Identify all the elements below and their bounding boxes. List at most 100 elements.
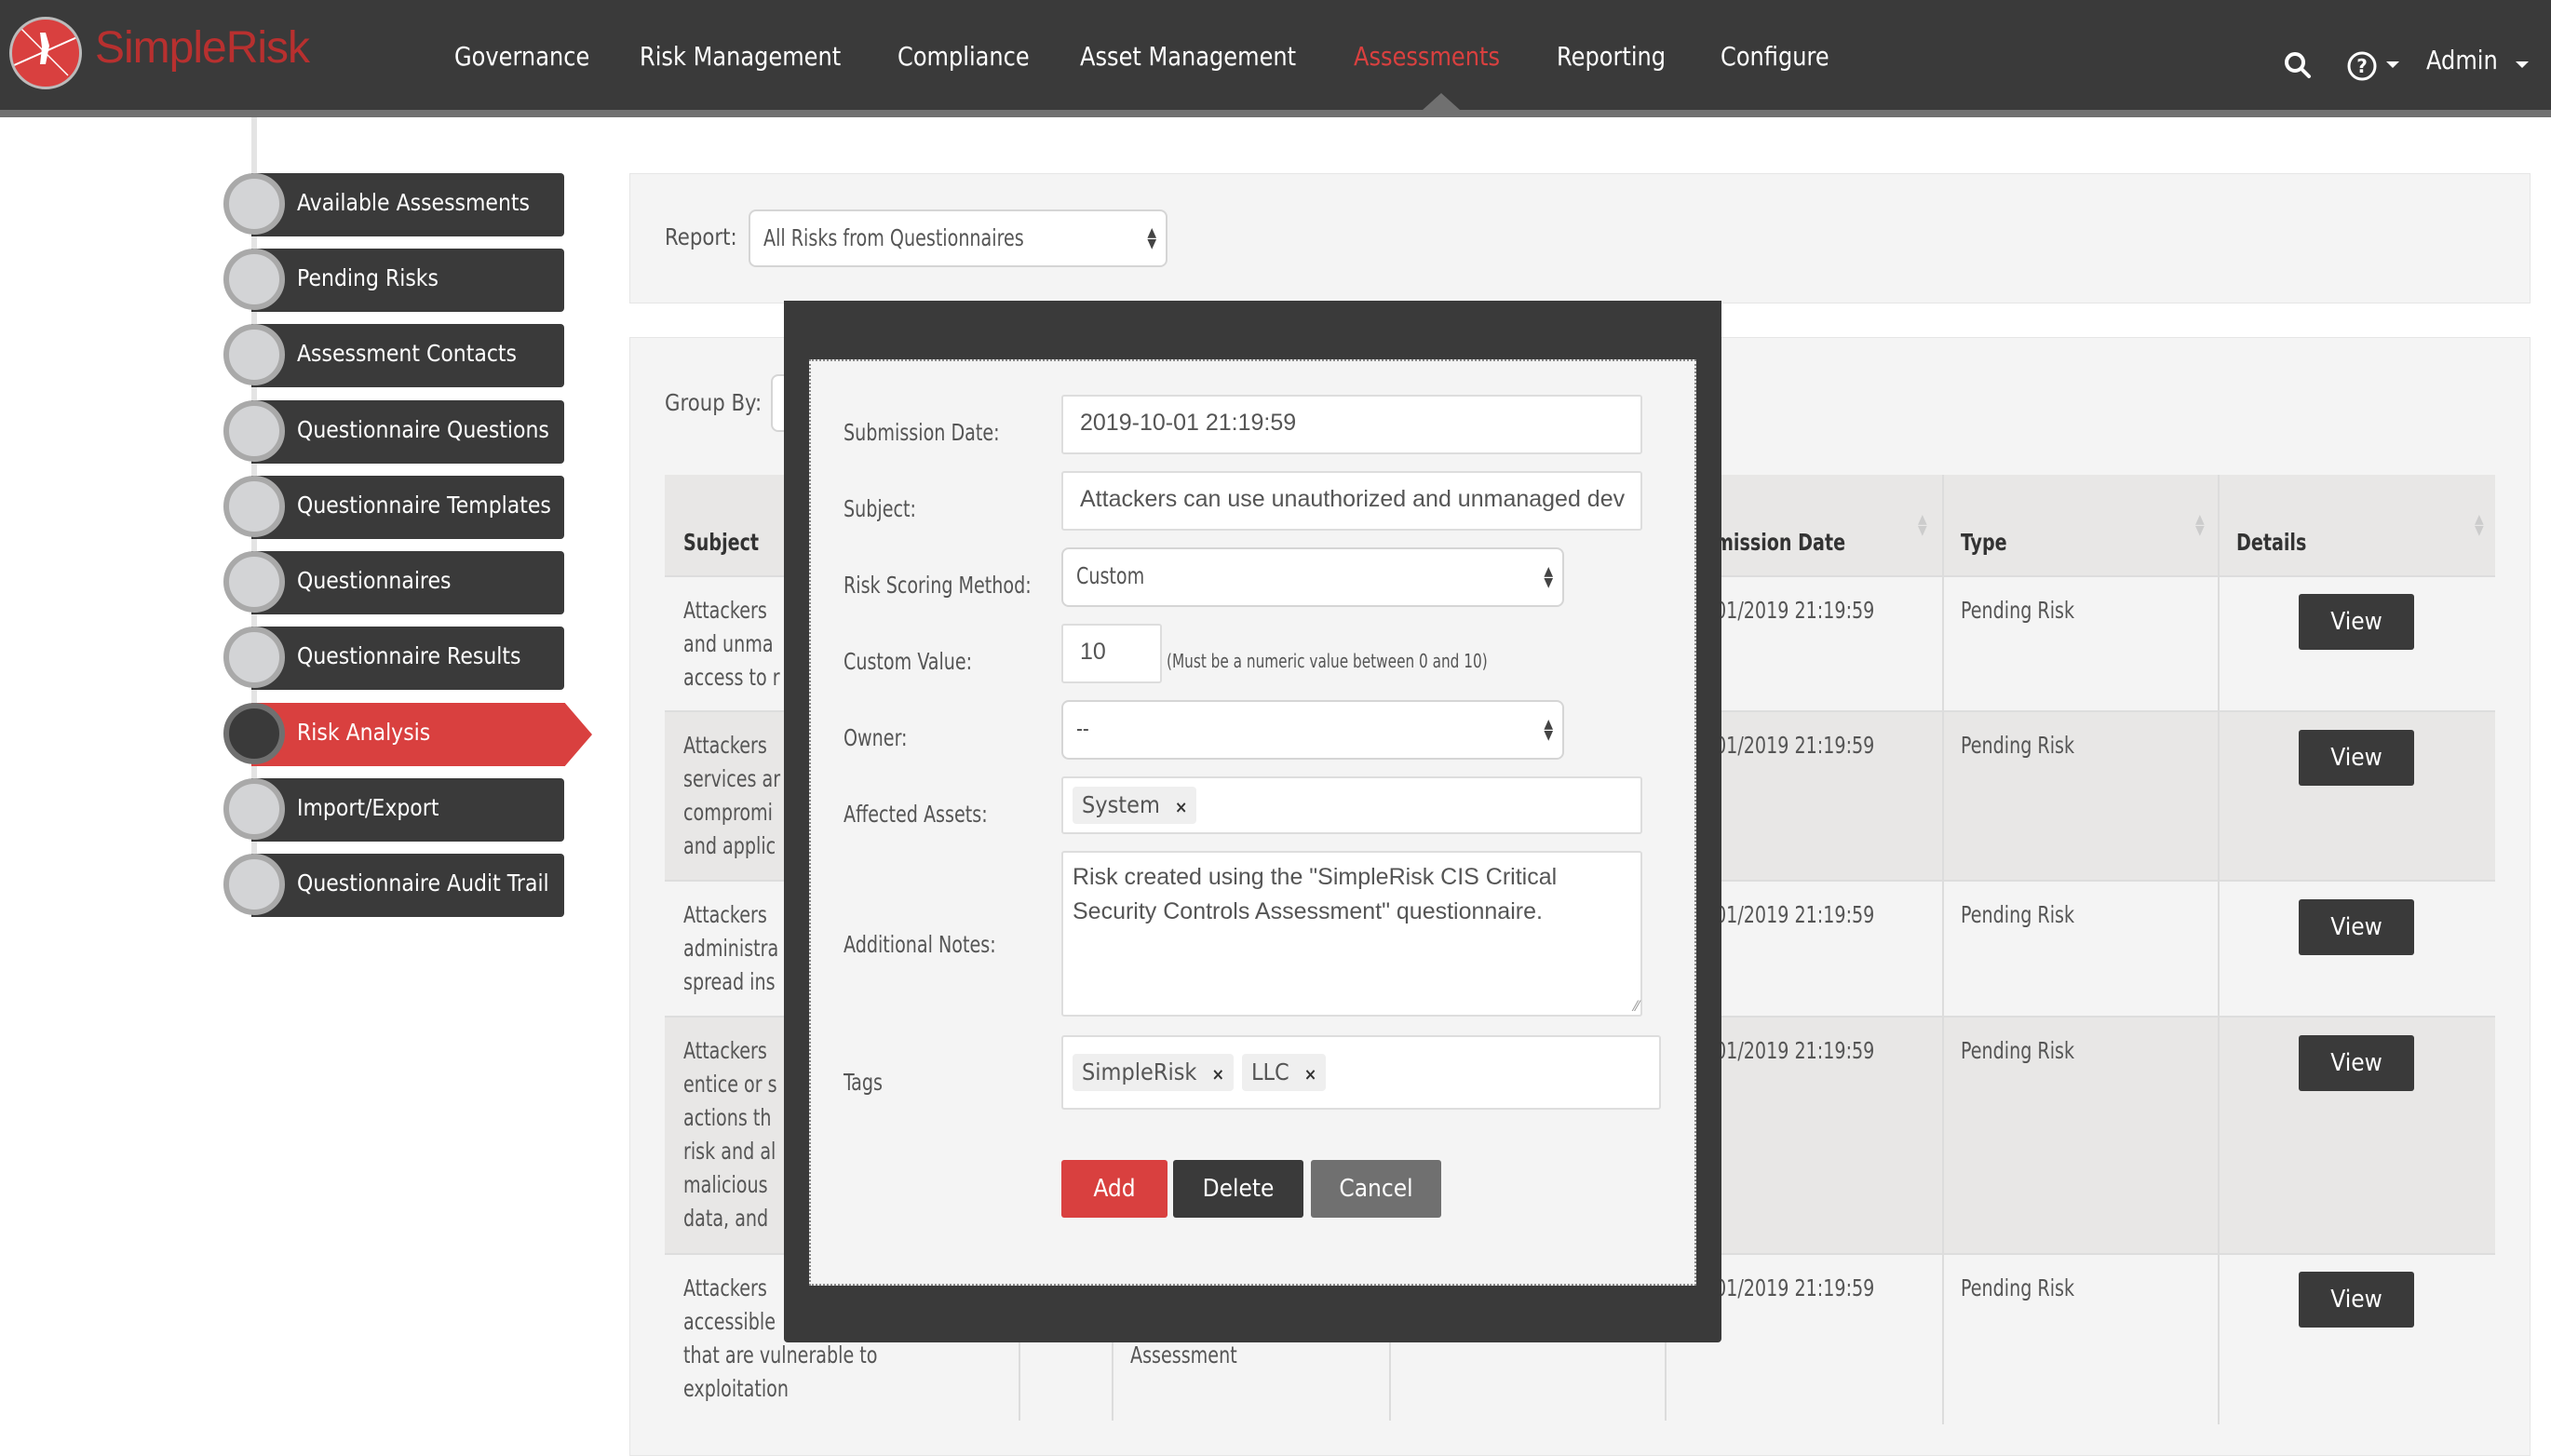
- sidebar-item-risk-analysis[interactable]: Risk Analysis: [223, 703, 592, 766]
- sidebar-item-label: Available Assessments: [297, 189, 531, 216]
- sidebar-item-questionnaire-templates[interactable]: Questionnaire Templates: [223, 476, 564, 539]
- additional-notes-textarea[interactable]: Risk created using the "SimpleRisk CIS C…: [1061, 851, 1642, 1017]
- cell-subject: Attackers administra spread ins: [683, 901, 779, 995]
- svg-text:?: ?: [2356, 55, 2368, 77]
- user-menu[interactable]: Admin: [2426, 45, 2498, 75]
- cell-subject: Attackers entice or s actions th risk and a…: [683, 1037, 777, 1232]
- resize-handle-icon[interactable]: ⁄⁄: [1634, 997, 1639, 1015]
- select-arrows-icon: ▲ ▼: [1544, 564, 1553, 590]
- search-icon[interactable]: [2283, 50, 2313, 84]
- brand-name[interactable]: SimpleRisk: [95, 22, 310, 74]
- step-circle-icon: [223, 173, 285, 235]
- help-dropdown-caret-icon[interactable]: [2386, 61, 2399, 68]
- step-circle-icon: [223, 551, 285, 613]
- view-button[interactable]: View: [2299, 899, 2414, 955]
- cell-date: 01/2019 21:19:59: [1715, 1037, 1875, 1064]
- view-button[interactable]: View: [2299, 1035, 2414, 1091]
- custom-value-hint: (Must be a numeric value between 0 and 1…: [1167, 650, 1488, 672]
- cell-extra: Assessment: [1130, 1341, 1237, 1368]
- sidebar-item-questionnaire-results[interactable]: Questionnaire Results: [223, 627, 564, 690]
- cell-date: 01/2019 21:19:59: [1715, 1274, 1875, 1301]
- sidebar-item-label: Questionnaire Results: [297, 642, 521, 669]
- column-header-submission-date[interactable]: mission Date: [1715, 529, 1845, 556]
- sidebar-item-questionnaires[interactable]: Questionnaires: [223, 551, 564, 614]
- nav-asset-management[interactable]: Asset Management: [1080, 41, 1296, 72]
- simplerisk-logo-icon[interactable]: [9, 17, 82, 89]
- owner-select[interactable]: -- ▲ ▼: [1061, 700, 1564, 760]
- report-label: Report:: [665, 223, 737, 250]
- submission-date-label: Submission Date:: [844, 419, 1000, 446]
- column-header-subject[interactable]: Subject: [683, 529, 759, 556]
- delete-button[interactable]: Delete: [1173, 1160, 1303, 1218]
- step-circle-icon: [223, 324, 285, 385]
- report-select[interactable]: All Risks from Questionnaires ▲ ▼: [749, 209, 1168, 267]
- custom-value-label: Custom Value:: [844, 648, 973, 675]
- cancel-button[interactable]: Cancel: [1311, 1160, 1441, 1218]
- sidebar-item-pending-risks[interactable]: Pending Risks: [223, 249, 564, 312]
- sidebar-item-available-assessments[interactable]: Available Assessments: [223, 173, 564, 236]
- step-circle-icon: [223, 854, 285, 915]
- column-header-details[interactable]: Details: [2236, 529, 2306, 556]
- sidebar-item-import-export[interactable]: Import/Export: [223, 778, 564, 842]
- column-header-type[interactable]: Type: [1961, 529, 2007, 556]
- nav-compliance[interactable]: Compliance: [898, 41, 1030, 72]
- risk-scoring-method-select[interactable]: Custom ▲ ▼: [1061, 547, 1564, 607]
- cell-date: 01/2019 21:19:59: [1715, 901, 1875, 928]
- nav-governance[interactable]: Governance: [454, 41, 589, 72]
- help-circle-icon[interactable]: ?: [2346, 50, 2378, 86]
- step-circle-icon: [223, 703, 285, 764]
- remove-chip-icon[interactable]: ×: [1304, 1065, 1317, 1085]
- select-arrows-icon: ▲ ▼: [1147, 225, 1156, 251]
- sidebar-item-label: Questionnaire Templates: [297, 492, 551, 519]
- sidebar-item-label: Import/Export: [297, 794, 439, 821]
- cell-type: Pending Risk: [1961, 1274, 2075, 1301]
- sidebar-item-label: Risk Analysis: [297, 719, 431, 746]
- nav-reporting[interactable]: Reporting: [1557, 41, 1666, 72]
- view-button[interactable]: View: [2299, 594, 2414, 650]
- cell-subject: Attackers and unma access to r: [683, 597, 780, 691]
- additional-notes-label: Additional Notes:: [844, 931, 996, 958]
- sort-icon[interactable]: ▲ ▼: [2195, 513, 2205, 537]
- view-button[interactable]: View: [2299, 730, 2414, 786]
- navbar-underline: [0, 110, 2551, 117]
- tag-chip: SimpleRisk ×: [1073, 1054, 1235, 1091]
- nav-configure[interactable]: Configure: [1721, 41, 1829, 72]
- user-dropdown-caret-icon[interactable]: [2516, 61, 2529, 68]
- add-button[interactable]: Add: [1061, 1160, 1168, 1218]
- sidebar-item-label: Pending Risks: [297, 264, 439, 291]
- sidebar-item-questionnaire-audit-trail[interactable]: Questionnaire Audit Trail: [223, 854, 564, 917]
- sidebar-item-label: Questionnaire Questions: [297, 416, 549, 443]
- step-circle-icon: [223, 627, 285, 688]
- cell-type: Pending Risk: [1961, 597, 2075, 624]
- affected-assets-label: Affected Assets:: [844, 801, 988, 828]
- nav-assessments[interactable]: Assessments: [1354, 41, 1500, 72]
- sidebar-item-questionnaire-questions[interactable]: Questionnaire Questions: [223, 400, 564, 464]
- cell-subject: Attackers services ar compromi and applic: [683, 732, 781, 859]
- cell-date: 01/2019 21:19:59: [1715, 597, 1875, 624]
- custom-value-field[interactable]: 10: [1061, 624, 1162, 683]
- submission-date-field[interactable]: 2019-10-01 21:19:59: [1061, 395, 1642, 454]
- tags-label: Tags: [844, 1069, 883, 1096]
- report-select-value: All Risks from Questionnaires: [763, 224, 1024, 251]
- sidebar-item-assessment-contacts[interactable]: Assessment Contacts: [223, 324, 564, 387]
- step-circle-icon: [223, 476, 285, 537]
- sidebar-item-label: Questionnaire Audit Trail: [297, 870, 549, 897]
- step-circle-icon: [223, 249, 285, 310]
- subject-label: Subject:: [844, 495, 916, 522]
- sidebar-item-label: Assessment Contacts: [297, 340, 518, 367]
- owner-label: Owner:: [844, 724, 908, 751]
- remove-chip-icon[interactable]: ×: [1211, 1065, 1224, 1085]
- cell-date: 01/2019 21:19:59: [1715, 732, 1875, 759]
- remove-chip-icon[interactable]: ×: [1175, 798, 1188, 817]
- affected-assets-field[interactable]: System ×: [1061, 776, 1642, 834]
- view-button[interactable]: View: [2299, 1272, 2414, 1328]
- tags-field[interactable]: SimpleRisk × LLC ×: [1061, 1035, 1661, 1110]
- sort-icon[interactable]: ▲ ▼: [2475, 513, 2484, 537]
- select-arrows-icon: ▲ ▼: [1544, 717, 1553, 743]
- sort-icon[interactable]: ▲ ▼: [1918, 513, 1927, 537]
- subject-field[interactable]: Attackers can use unauthorized and unman…: [1061, 471, 1642, 531]
- cell-type: Pending Risk: [1961, 1037, 2075, 1064]
- group-by-label: Group By:: [665, 389, 763, 416]
- nav-risk-management[interactable]: Risk Management: [640, 41, 841, 72]
- cell-type: Pending Risk: [1961, 732, 2075, 759]
